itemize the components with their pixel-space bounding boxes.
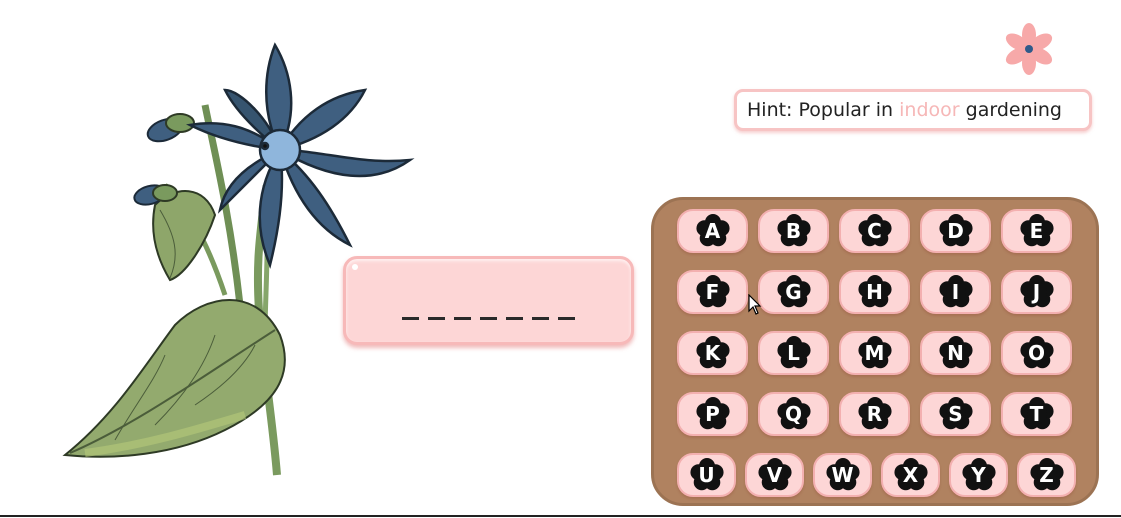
letter-key-label: X xyxy=(902,463,919,487)
letter-key-l[interactable]: L xyxy=(758,331,829,375)
letter-key-m[interactable]: M xyxy=(839,331,910,375)
bottom-border xyxy=(0,515,1121,517)
letter-key-label: B xyxy=(785,219,802,243)
letter-key-i[interactable]: I xyxy=(920,270,991,314)
letter-key-j[interactable]: J xyxy=(1001,270,1072,314)
letter-key-label: L xyxy=(787,341,800,365)
letter-key-p[interactable]: P xyxy=(677,392,748,436)
letter-key-b[interactable]: B xyxy=(758,209,829,253)
letter-slot xyxy=(454,317,471,320)
letter-key-c[interactable]: C xyxy=(839,209,910,253)
letter-key-k[interactable]: K xyxy=(677,331,748,375)
letter-slot xyxy=(480,317,497,320)
word-display xyxy=(343,256,634,345)
letter-key-label: D xyxy=(947,219,964,243)
hint-prefix: Hint: Popular in xyxy=(747,99,900,121)
letter-key-label: T xyxy=(1029,402,1044,426)
letter-key-label: I xyxy=(951,280,960,304)
letter-keyboard: A B C D E F G H I J K L M N O P Q R S T U V W X Y Z xyxy=(651,197,1099,506)
letter-slot xyxy=(428,317,445,320)
letter-key-label: O xyxy=(1027,341,1045,365)
letter-key-label: N xyxy=(947,341,964,365)
letter-key-label: W xyxy=(831,463,854,487)
letter-key-label: Q xyxy=(784,402,802,426)
letter-key-label: F xyxy=(705,280,720,304)
letter-key-o[interactable]: O xyxy=(1001,331,1072,375)
letter-key-w[interactable]: W xyxy=(813,453,872,497)
letter-key-label: H xyxy=(866,280,883,304)
letter-key-x[interactable]: X xyxy=(881,453,940,497)
hint-highlight: indoor xyxy=(899,99,960,121)
letter-key-label: A xyxy=(704,219,721,243)
letter-key-label: P xyxy=(705,402,720,426)
letter-slot xyxy=(532,317,549,320)
pink-flower-icon xyxy=(1005,23,1053,75)
shine-dot xyxy=(352,264,358,270)
letter-key-v[interactable]: V xyxy=(745,453,804,497)
letter-key-label: S xyxy=(948,402,963,426)
letter-key-z[interactable]: Z xyxy=(1017,453,1076,497)
letter-key-d[interactable]: D xyxy=(920,209,991,253)
letter-key-label: M xyxy=(864,341,885,365)
letter-key-label: U xyxy=(698,463,715,487)
letter-key-f[interactable]: F xyxy=(677,270,748,314)
letter-key-a[interactable]: A xyxy=(677,209,748,253)
letter-key-h[interactable]: H xyxy=(839,270,910,314)
letter-key-label: C xyxy=(867,219,882,243)
letter-key-t[interactable]: T xyxy=(1001,392,1072,436)
hint-box: Hint: Popular in indoor gardening xyxy=(734,89,1092,131)
letter-key-label: K xyxy=(704,341,721,365)
letter-key-label: J xyxy=(1032,280,1041,304)
letter-key-g[interactable]: G xyxy=(758,270,829,314)
letter-key-label: Z xyxy=(1039,463,1054,487)
letter-key-u[interactable]: U xyxy=(677,453,736,497)
letter-key-e[interactable]: E xyxy=(1001,209,1072,253)
letter-slot xyxy=(558,317,575,320)
letter-key-label: E xyxy=(1029,219,1044,243)
letter-key-r[interactable]: R xyxy=(839,392,910,436)
letter-key-s[interactable]: S xyxy=(920,392,991,436)
letter-key-label: G xyxy=(785,280,802,304)
letter-key-label: Y xyxy=(971,463,986,487)
letter-key-q[interactable]: Q xyxy=(758,392,829,436)
letter-key-n[interactable]: N xyxy=(920,331,991,375)
letter-key-label: R xyxy=(866,402,883,426)
letter-key-y[interactable]: Y xyxy=(949,453,1008,497)
word-slots xyxy=(402,317,575,320)
letter-key-label: V xyxy=(766,463,783,487)
mouse-pointer-icon xyxy=(748,294,762,315)
hint-suffix: gardening xyxy=(959,99,1062,121)
letter-slot xyxy=(402,317,419,320)
letter-slot xyxy=(506,317,523,320)
